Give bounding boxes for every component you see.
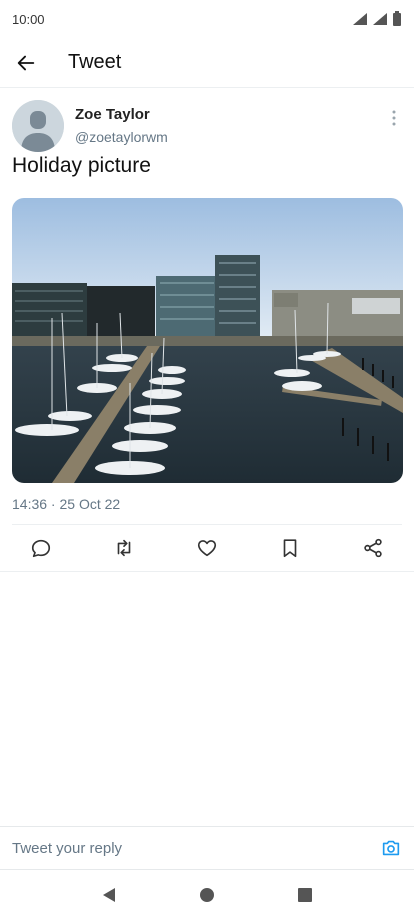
default-avatar-icon bbox=[12, 100, 64, 152]
status-time: 10:00 bbox=[12, 11, 45, 27]
circle-home-icon bbox=[200, 888, 214, 902]
author-name[interactable]: Zoe Taylor bbox=[75, 106, 150, 123]
retweet-icon bbox=[117, 539, 131, 556]
camera-icon[interactable] bbox=[380, 837, 402, 859]
back-button[interactable] bbox=[0, 38, 52, 88]
nav-recents-button[interactable] bbox=[285, 875, 325, 915]
more-vertical-icon bbox=[392, 110, 396, 126]
bookmark-icon bbox=[283, 538, 297, 557]
app-bar: Tweet bbox=[0, 38, 414, 88]
share-button[interactable] bbox=[331, 537, 414, 559]
system-nav-bar bbox=[0, 870, 414, 920]
triangle-back-icon bbox=[103, 888, 115, 902]
battery-icon bbox=[393, 11, 401, 26]
nav-home-button[interactable] bbox=[187, 875, 227, 915]
avatar[interactable] bbox=[12, 100, 64, 152]
share-icon bbox=[363, 538, 382, 557]
divider bbox=[0, 571, 414, 572]
reply-icon bbox=[32, 539, 51, 557]
reply-bar: Tweet your reply bbox=[0, 826, 414, 870]
author-handle[interactable]: @zoetaylorwm bbox=[75, 129, 168, 145]
bookmark-button[interactable] bbox=[248, 537, 331, 559]
status-bar: 10:00 bbox=[0, 0, 414, 38]
retweet-button[interactable] bbox=[83, 537, 166, 559]
tweet-timestamp: 14:36 · 25 Oct 22 bbox=[12, 496, 121, 512]
arrow-left-icon bbox=[17, 55, 35, 70]
marina-photo bbox=[12, 198, 403, 483]
reply-input[interactable]: Tweet your reply bbox=[12, 840, 122, 857]
tweet-photo[interactable] bbox=[12, 198, 403, 483]
reply-button[interactable] bbox=[0, 537, 83, 559]
like-button[interactable] bbox=[166, 537, 249, 559]
nav-back-button[interactable] bbox=[89, 875, 129, 915]
more-options-button[interactable] bbox=[388, 108, 400, 128]
signal-icon bbox=[373, 13, 387, 25]
like-icon bbox=[197, 539, 217, 556]
wifi-icon bbox=[353, 13, 367, 25]
square-recents-icon bbox=[298, 888, 312, 902]
tweet-text: Holiday picture bbox=[12, 154, 151, 177]
page-title: Tweet bbox=[68, 51, 122, 73]
tweet-actions bbox=[0, 524, 414, 571]
